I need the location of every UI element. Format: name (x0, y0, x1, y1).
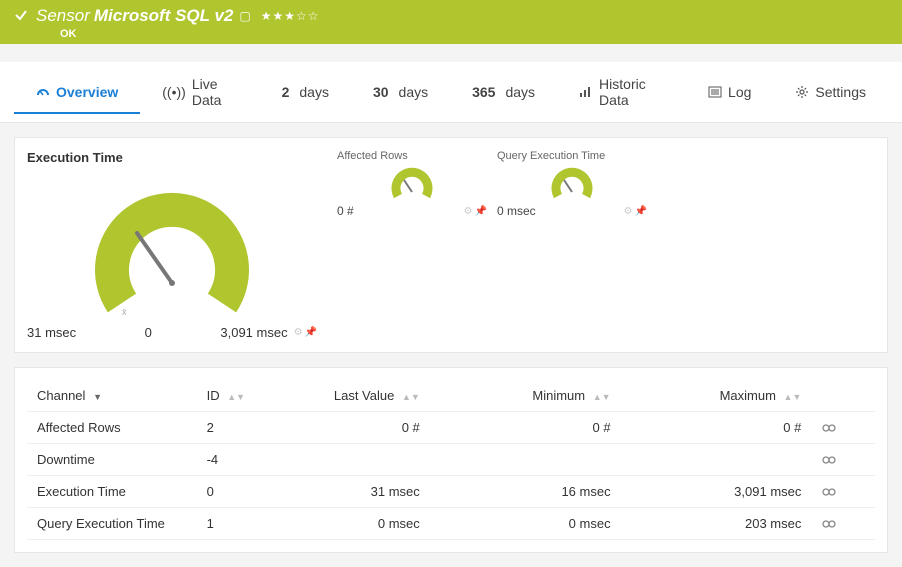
cell-id: 0 (197, 476, 271, 508)
cell-id: -4 (197, 444, 271, 476)
sort-desc-icon: ▼ (93, 392, 102, 402)
gauge-icon (36, 85, 50, 99)
cell-min: 0 msec (430, 508, 621, 540)
cell-max: 3,091 msec (621, 476, 812, 508)
flag-icon[interactable]: ▢ (239, 9, 250, 23)
status-ok-icon (14, 8, 28, 22)
cell-min: 16 msec (430, 476, 621, 508)
gauge-controls[interactable]: ⚙📌 (624, 206, 647, 217)
pin-icon[interactable]: 📌 (305, 327, 317, 338)
gear-icon[interactable]: ⚙ (294, 327, 303, 338)
sort-icon: ▲▼ (402, 392, 420, 402)
cell-channel: Downtime (27, 444, 197, 476)
tab-historic-data[interactable]: Historic Data (557, 62, 686, 122)
sort-icon: ▲▼ (227, 392, 245, 402)
gauges-panel: Execution Time x̄ 31 msec 0 3,091 msec ⚙… (14, 137, 888, 353)
gauge-label: Query Execution Time (497, 150, 647, 162)
cell-id: 1 (197, 508, 271, 540)
tab-bar: Overview ((•)) Live Data 2days 30days 36… (0, 62, 902, 123)
gear-icon[interactable]: ⚙ (464, 206, 473, 217)
live-icon: ((•)) (162, 84, 186, 100)
svg-text:x̄: x̄ (122, 307, 127, 317)
chart-icon (579, 86, 593, 98)
log-icon (708, 86, 722, 98)
gauge-query-execution-time: Query Execution Time 0 msec ⚙📌 (497, 150, 647, 218)
tab-2-days[interactable]: 2days (260, 70, 351, 114)
row-settings-icon[interactable] (821, 455, 865, 465)
gear-icon[interactable]: ⚙ (624, 206, 633, 217)
channels-table-panel: Channel ▼ ID ▲▼ Last Value ▲▼ Minimum ▲▼… (14, 367, 888, 553)
gear-icon (795, 85, 809, 99)
status-badge: OK (60, 28, 320, 40)
cell-last: 0 # (271, 412, 430, 444)
cell-max: 0 # (621, 412, 812, 444)
pin-icon[interactable]: 📌 (475, 206, 487, 217)
cell-min (430, 444, 621, 476)
col-id[interactable]: ID ▲▼ (197, 380, 271, 412)
gauge-controls[interactable]: ⚙📌 (294, 327, 317, 338)
sensor-name: Microsoft SQL v2 (94, 6, 234, 26)
gauge-value: 31 msec (27, 325, 76, 340)
gauge-min: 0 (76, 325, 220, 340)
tab-365-days[interactable]: 365days (450, 70, 557, 114)
cell-min: 0 # (430, 412, 621, 444)
gauge-label: Execution Time (27, 150, 317, 165)
row-settings-icon[interactable] (821, 487, 865, 497)
gauge-value: 0 msec (497, 204, 536, 218)
col-last-value[interactable]: Last Value ▲▼ (271, 380, 430, 412)
tab-overview[interactable]: Overview (14, 70, 140, 114)
gauge-controls[interactable]: ⚙📌 (464, 206, 487, 217)
row-settings-icon[interactable] (821, 519, 865, 529)
cell-channel: Execution Time (27, 476, 197, 508)
col-minimum[interactable]: Minimum ▲▼ (430, 380, 621, 412)
table-row: Execution Time031 msec16 msec3,091 msec (27, 476, 875, 508)
cell-channel: Affected Rows (27, 412, 197, 444)
tab-settings[interactable]: Settings (773, 70, 888, 114)
cell-last: 0 msec (271, 508, 430, 540)
col-channel[interactable]: Channel ▼ (27, 380, 197, 412)
pin-icon[interactable]: 📌 (635, 206, 647, 217)
rating-stars[interactable]: ★★★☆☆ (261, 9, 320, 23)
tab-live-data[interactable]: ((•)) Live Data (140, 62, 259, 122)
tab-log[interactable]: Log (686, 70, 773, 114)
sort-icon: ▲▼ (593, 392, 611, 402)
cell-last: 31 msec (271, 476, 430, 508)
gauge-max: 3,091 msec (220, 325, 287, 340)
table-row: Downtime-4 (27, 444, 875, 476)
cell-id: 2 (197, 412, 271, 444)
table-row: Affected Rows20 #0 #0 # (27, 412, 875, 444)
gauge-execution-time: Execution Time x̄ 31 msec 0 3,091 msec ⚙… (27, 150, 317, 340)
cell-last (271, 444, 430, 476)
sensor-header: Sensor Microsoft SQL v2 ▢ ★★★☆☆ OK (0, 0, 902, 44)
gauge-label: Affected Rows (337, 150, 487, 162)
cell-channel: Query Execution Time (27, 508, 197, 540)
col-maximum[interactable]: Maximum ▲▼ (621, 380, 812, 412)
cell-max: 203 msec (621, 508, 812, 540)
tab-30-days[interactable]: 30days (351, 70, 450, 114)
row-settings-icon[interactable] (821, 423, 865, 433)
table-row: Query Execution Time10 msec0 msec203 mse… (27, 508, 875, 540)
cell-max (621, 444, 812, 476)
gauge-affected-rows: Affected Rows 0 # ⚙📌 (337, 150, 487, 218)
channels-table: Channel ▼ ID ▲▼ Last Value ▲▼ Minimum ▲▼… (27, 380, 875, 540)
sensor-type-label: Sensor (36, 6, 90, 26)
sort-icon: ▲▼ (784, 392, 802, 402)
gauge-value: 0 # (337, 204, 354, 218)
